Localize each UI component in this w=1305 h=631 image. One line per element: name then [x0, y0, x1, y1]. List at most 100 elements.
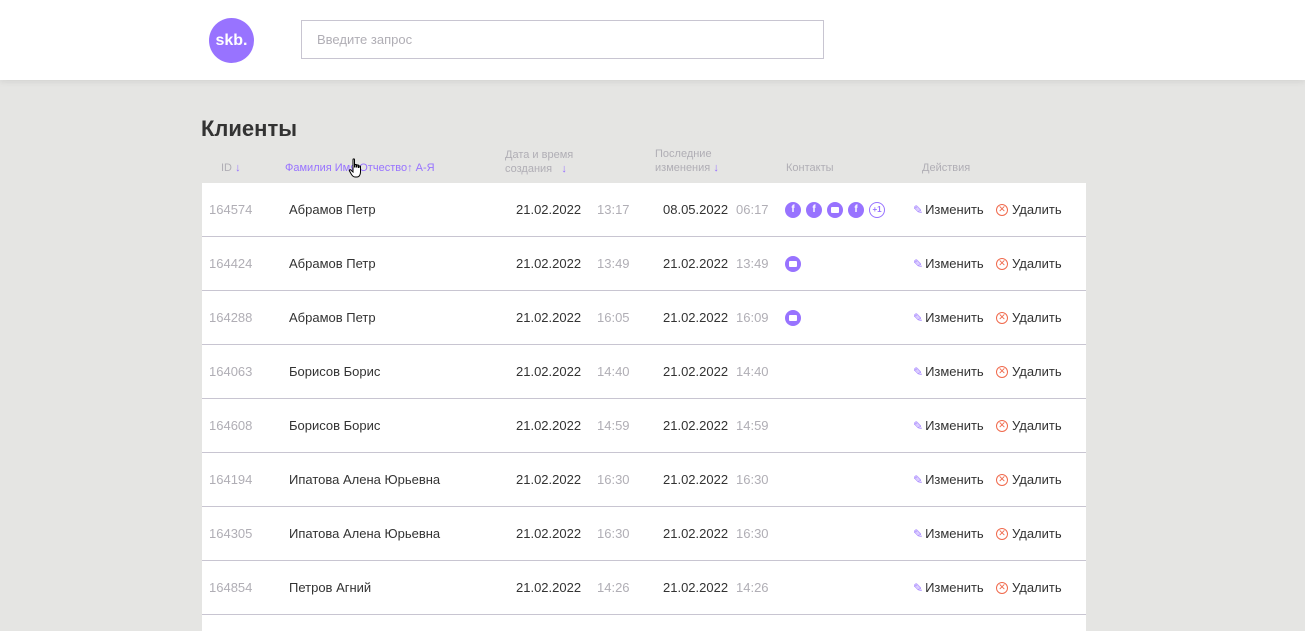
contacts-list: f f f +1: [785, 183, 885, 236]
edit-button[interactable]: ✎ Изменить: [913, 237, 984, 290]
delete-label: Удалить: [1012, 256, 1062, 271]
page-title: Клиенты: [201, 116, 298, 141]
column-header-actions: Действия: [922, 162, 971, 174]
close-circle-icon: ✕: [996, 203, 1008, 216]
delete-button[interactable]: ✕ Удалить: [996, 453, 1062, 506]
created-date: 21.02.2022: [516, 526, 582, 541]
delete-button[interactable]: ✕ Удалить: [996, 399, 1062, 452]
mail-icon[interactable]: [785, 309, 801, 326]
sort-arrow-icon: ↓: [235, 162, 241, 174]
sort-arrow-icon: ↓: [713, 162, 719, 174]
search-input[interactable]: [301, 20, 824, 59]
pencil-icon: ✎: [913, 364, 924, 379]
edit-label: Изменить: [925, 310, 984, 325]
more-contacts-button[interactable]: +1: [869, 201, 885, 218]
updated-date: 21.02.2022: [663, 526, 729, 541]
delete-label: Удалить: [1012, 580, 1062, 595]
updated-time: 13:49: [736, 256, 769, 271]
delete-label: Удалить: [1012, 472, 1062, 487]
envelope-glyph: [831, 206, 839, 213]
close-circle-icon: ✕: [996, 365, 1008, 378]
edit-button[interactable]: ✎ Изменить: [913, 561, 984, 614]
column-label-updated-line2: изменения: [655, 162, 711, 174]
facebook-icon[interactable]: f: [806, 201, 822, 218]
column-header-id[interactable]: ID ↓: [221, 161, 241, 175]
client-id: 164305: [209, 526, 253, 541]
edit-button[interactable]: ✎ Изменить: [913, 507, 984, 560]
sort-arrow-icon: ↓: [561, 163, 567, 175]
close-circle-icon: ✕: [996, 257, 1008, 270]
updated-date: 21.02.2022: [663, 418, 729, 433]
delete-button[interactable]: ✕ Удалить: [996, 183, 1062, 236]
table-row: 164194 Ипатова Алена Юрьевна 21.02.2022 16:…: [202, 453, 1086, 507]
updated-date: 21.02.2022: [663, 364, 729, 379]
pencil-icon: ✎: [913, 310, 924, 325]
pencil-icon: ✎: [913, 256, 924, 271]
delete-label: Удалить: [1012, 418, 1062, 433]
pencil-icon: ✎: [913, 472, 924, 487]
edit-button[interactable]: ✎ Изменить: [913, 345, 984, 398]
edit-button[interactable]: ✎ Изменить: [913, 291, 984, 344]
facebook-icon[interactable]: f: [785, 201, 801, 218]
table-row: 164288 Абрамов Петр 21.02.2022 16:05 21.02.2…: [202, 291, 1086, 345]
close-circle-icon: ✕: [996, 581, 1008, 594]
edit-button[interactable]: ✎ Изменить: [913, 399, 984, 452]
envelope-glyph: [789, 260, 797, 267]
table-row: 164305 Ипатова Алена Юрьевна 21.02.2022 16:…: [202, 507, 1086, 561]
column-header-updated[interactable]: Последние изменения ↓: [655, 147, 719, 175]
delete-button[interactable]: ✕ Удалить: [996, 345, 1062, 398]
client-id: 164424: [209, 256, 253, 271]
edit-label: Изменить: [925, 256, 984, 271]
created-time: 14:26: [597, 580, 630, 595]
client-name: Петров Агний: [289, 580, 372, 595]
created-date: 21.02.2022: [516, 364, 582, 379]
updated-time: 14:40: [736, 364, 769, 379]
delete-label: Удалить: [1012, 364, 1062, 379]
table-row: 164063 Борисов Борис 21.02.2022 14:40 21.02.…: [202, 345, 1086, 399]
facebook-icon[interactable]: f: [848, 201, 864, 218]
updated-date: 21.02.2022: [663, 256, 729, 271]
client-name: Ипатова Алена Юрьевна: [289, 472, 441, 487]
created-date: 21.02.2022: [516, 472, 582, 487]
edit-button[interactable]: ✎ Изменить: [913, 453, 984, 506]
contacts-list: [785, 237, 801, 290]
updated-time: 06:17: [736, 202, 769, 217]
edit-label: Изменить: [925, 418, 984, 433]
column-label-fio: Фамилия Имя Отчество: [285, 162, 408, 174]
close-circle-icon: ✕: [996, 527, 1008, 540]
delete-button[interactable]: ✕ Удалить: [996, 507, 1062, 560]
created-date: 21.02.2022: [516, 310, 582, 325]
table-row: 164854 Петров Агний 21.02.2022 14:26 21.02.2…: [202, 561, 1086, 615]
client-id: 164194: [209, 472, 253, 487]
edit-button[interactable]: ✎ Изменить: [913, 183, 984, 236]
clients-table: 164574 Абрамов Петр 21.02.2022 13:17 08.05.2…: [202, 183, 1086, 631]
mail-icon[interactable]: [785, 255, 801, 272]
client-name: Абрамов Петр: [289, 256, 376, 271]
delete-label: Удалить: [1012, 526, 1062, 541]
delete-button[interactable]: ✕ Удалить: [996, 291, 1062, 344]
edit-label: Изменить: [925, 526, 984, 541]
sort-az-indicator: ↑ А-Я: [407, 162, 435, 174]
top-header: skb.: [0, 0, 1305, 80]
created-time: 16:30: [597, 472, 630, 487]
client-id: 164574: [209, 202, 253, 217]
column-header-created[interactable]: Дата и время создания ↓: [505, 148, 573, 176]
created-time: 13:17: [597, 202, 630, 217]
created-date: 21.02.2022: [516, 202, 582, 217]
client-name: Ипатова Алена Юрьевна: [289, 526, 441, 541]
edit-label: Изменить: [925, 472, 984, 487]
created-date: 21.02.2022: [516, 256, 582, 271]
mail-icon[interactable]: [827, 201, 843, 218]
client-name: Борисов Борис: [289, 364, 381, 379]
table-row: 164608 Борисов Борис 21.02.2022 14:59 21.02.…: [202, 399, 1086, 453]
delete-button[interactable]: ✕ Удалить: [996, 237, 1062, 290]
updated-time: 16:30: [736, 526, 769, 541]
updated-time: 14:59: [736, 418, 769, 433]
updated-date: 08.05.2022: [663, 202, 729, 217]
client-name: Борисов Борис: [289, 418, 381, 433]
table-row: 164574 Абрамов Петр 21.02.2022 13:17 08.05.2…: [202, 183, 1086, 237]
delete-button[interactable]: ✕ Удалить: [996, 561, 1062, 614]
envelope-glyph: [789, 314, 797, 321]
updated-date: 21.02.2022: [663, 472, 729, 487]
created-time: 16:05: [597, 310, 630, 325]
